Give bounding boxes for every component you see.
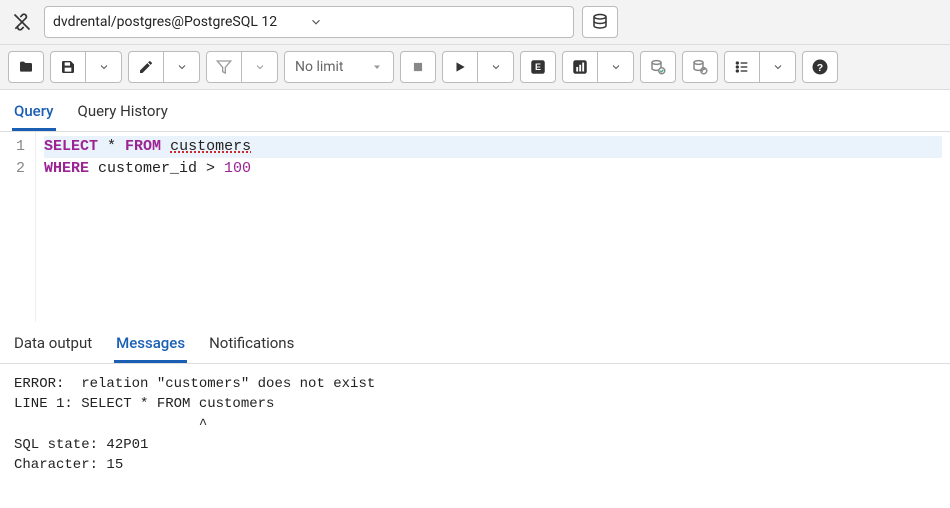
explain-analyze-dropdown[interactable] [598,51,634,83]
explain-button[interactable]: E [520,51,556,83]
execute-button[interactable] [442,51,478,83]
commit-icon [649,58,667,76]
connection-select[interactable]: dvdrental/postgres@PostgreSQL 12 [44,6,574,38]
rollback-button[interactable] [682,51,718,83]
edit-dropdown[interactable] [164,51,200,83]
commit-button[interactable] [640,51,676,83]
chevron-down-icon [98,61,110,73]
chevron-down-icon [254,61,266,73]
save-dropdown[interactable] [86,51,122,83]
folder-icon [17,59,35,75]
filter-group [206,51,278,83]
output-tabs: Data output Messages Notifications [0,322,950,364]
code-area[interactable]: SELECT * FROM customersWHERE customer_id… [36,132,950,322]
open-file-button[interactable] [8,51,44,83]
line-number: 1 [4,136,25,158]
tab-data-output[interactable]: Data output [12,328,94,363]
macros-button[interactable] [724,51,760,83]
edit-group [128,51,200,83]
line-number: 2 [4,158,25,180]
stop-icon [411,60,425,74]
database-icon [591,13,609,31]
connection-bar: dvdrental/postgres@PostgreSQL 12 [0,0,950,45]
tab-query[interactable]: Query [12,96,56,131]
filter-icon [216,59,232,75]
line-gutter: 12 [0,132,36,322]
chart-icon [571,58,589,76]
macros-group [724,51,796,83]
connection-label: dvdrental/postgres@PostgreSQL 12 [53,14,309,30]
execute-dropdown[interactable] [478,51,514,83]
pencil-icon [138,59,154,75]
macros-dropdown[interactable] [760,51,796,83]
filter-dropdown[interactable] [242,51,278,83]
tab-messages[interactable]: Messages [114,328,187,363]
database-button[interactable] [582,6,618,38]
plug-icon [8,8,36,36]
chevron-down-icon [309,15,565,29]
code-line[interactable]: WHERE customer_id > 100 [44,158,942,180]
chevron-down-icon [610,61,622,73]
limit-label: No limit [295,59,344,75]
play-icon [453,60,467,74]
messages-panel: ERROR: relation "customers" does not exi… [0,364,950,485]
execute-group [442,51,514,83]
edit-button[interactable] [128,51,164,83]
svg-text:E: E [535,62,541,72]
list-icon [734,59,750,75]
save-group [50,51,122,83]
save-button[interactable] [50,51,86,83]
stop-button[interactable] [400,51,436,83]
chevron-down-icon [176,61,188,73]
tab-notifications[interactable]: Notifications [207,328,296,363]
save-icon [60,59,76,75]
filter-button[interactable] [206,51,242,83]
help-button[interactable]: ? [802,51,838,83]
toolbar: No limit E [0,45,950,90]
help-icon: ? [811,58,829,76]
chevron-down-icon [490,61,502,73]
svg-text:?: ? [817,62,823,74]
explain-analyze-group [562,51,634,83]
limit-select[interactable]: No limit [284,51,394,83]
code-line[interactable]: SELECT * FROM customers [44,136,942,158]
explain-analyze-button[interactable] [562,51,598,83]
explain-icon: E [529,58,547,76]
chevron-down-icon [772,61,784,73]
editor-tabs: Query Query History [0,90,950,132]
rollback-icon [691,58,709,76]
caret-down-icon [371,61,383,73]
sql-editor[interactable]: 12 SELECT * FROM customersWHERE customer… [0,132,950,322]
tab-query-history[interactable]: Query History [76,96,170,131]
